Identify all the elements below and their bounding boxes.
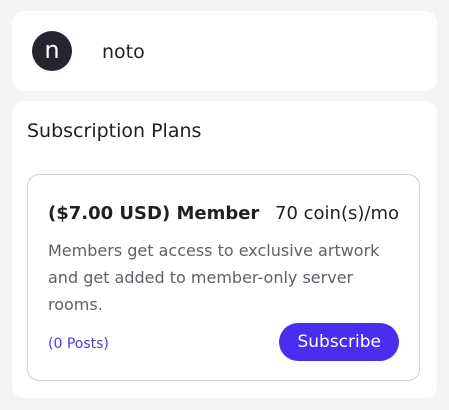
posts-count-link[interactable]: (0 Posts) (48, 335, 109, 353)
plan-price: 70 coin(s)/mo (275, 203, 399, 224)
plan-description: Members get access to exclusive artwork … (48, 241, 380, 314)
subscription-plans-panel: Subscription Plans ($7.00 USD) Member 70… (12, 101, 437, 398)
avatar[interactable]: n (32, 31, 72, 71)
section-title: Subscription Plans (27, 120, 202, 142)
subscribe-button[interactable]: Subscribe (279, 323, 399, 361)
plan-name: ($7.00 USD) Member (48, 203, 260, 224)
username: noto (102, 41, 145, 63)
profile-card: n noto (12, 11, 437, 91)
plan-card: ($7.00 USD) Member 70 coin(s)/mo Members… (27, 174, 420, 381)
